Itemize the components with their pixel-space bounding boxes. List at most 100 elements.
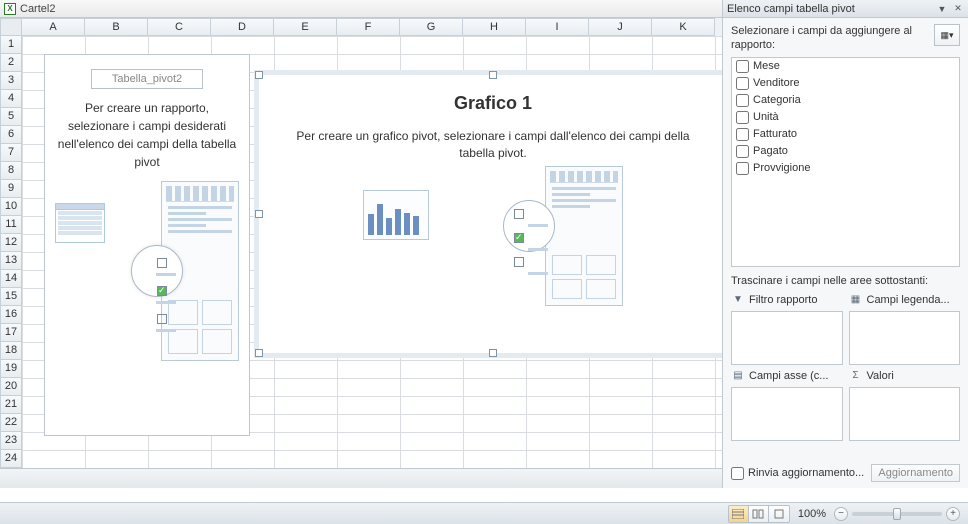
pivot-chart-placeholder[interactable]: Grafico 1 Per creare un grafico pivot, s… <box>258 74 728 354</box>
row-header[interactable]: 6 <box>0 126 22 144</box>
zone-axis[interactable] <box>731 387 843 441</box>
zone-legend[interactable] <box>849 311 961 365</box>
col-header[interactable]: I <box>526 18 589 36</box>
drop-zones: ▼Filtro rapporto ▦Campi legenda... ▤Camp… <box>723 291 968 441</box>
row-header[interactable]: 22 <box>0 414 22 432</box>
axis-icon: ▤ <box>731 369 745 383</box>
status-bar: 100% − + <box>0 502 968 524</box>
col-header[interactable]: A <box>22 18 85 36</box>
update-button[interactable]: Aggiornamento <box>871 464 960 482</box>
col-header[interactable]: H <box>463 18 526 36</box>
row-header[interactable]: 15 <box>0 288 22 306</box>
field-checkbox[interactable] <box>736 77 749 90</box>
workbook-title: Cartel2 <box>20 3 55 15</box>
row-header[interactable]: 21 <box>0 396 22 414</box>
resize-handle[interactable] <box>489 71 497 79</box>
col-header[interactable]: G <box>400 18 463 36</box>
field-checkbox[interactable] <box>736 111 749 124</box>
field-checkbox[interactable] <box>736 145 749 158</box>
chart-title: Grafico 1 <box>259 93 727 114</box>
field-label: Pagato <box>753 145 788 157</box>
select-all-corner[interactable] <box>0 18 22 36</box>
sheet-tab-row[interactable] <box>0 468 722 488</box>
panel-dropdown-icon[interactable]: ▼ <box>936 3 948 15</box>
resize-handle[interactable] <box>255 349 263 357</box>
resize-handle[interactable] <box>255 71 263 79</box>
field-item[interactable]: Pagato <box>732 143 959 160</box>
row-header[interactable]: 3 <box>0 72 22 90</box>
field-item[interactable]: Provvigione <box>732 160 959 177</box>
row-header[interactable]: 24 <box>0 450 22 468</box>
document-icon <box>545 166 623 306</box>
field-checkbox[interactable] <box>736 162 749 175</box>
legend-icon: ▦ <box>849 293 863 307</box>
zone-header-axis: ▤Campi asse (c... <box>731 367 843 385</box>
field-item[interactable]: Mese <box>732 58 959 75</box>
zoom-out-button[interactable]: − <box>834 507 848 521</box>
workbook-titlebar: X Cartel2 <box>0 0 722 18</box>
row-header[interactable]: 12 <box>0 234 22 252</box>
cell-grid[interactable]: Tabella_pivot2 Per creare un rapporto, s… <box>22 36 722 488</box>
field-item[interactable]: Venditore <box>732 75 959 92</box>
col-header[interactable]: E <box>274 18 337 36</box>
panel-title: Elenco campi tabella pivot <box>727 3 855 15</box>
col-header[interactable]: B <box>85 18 148 36</box>
field-list[interactable]: Mese Venditore Categoria UnitàFatturato Paga… <box>731 57 960 267</box>
excel-icon: X <box>4 3 16 15</box>
view-normal-button[interactable] <box>729 506 749 522</box>
row-header[interactable]: 20 <box>0 378 22 396</box>
layout-options-button[interactable]: ▦▾ <box>934 24 960 46</box>
zoom-slider: − + <box>834 507 960 521</box>
zone-filter[interactable] <box>731 311 843 365</box>
row-header[interactable]: 4 <box>0 90 22 108</box>
row-header[interactable]: 17 <box>0 324 22 342</box>
field-item[interactable]: Unità <box>732 109 959 126</box>
zoom-track[interactable] <box>852 512 942 516</box>
row-header[interactable]: 9 <box>0 180 22 198</box>
col-header[interactable]: F <box>337 18 400 36</box>
pivot-table-name: Tabella_pivot2 <box>91 69 203 89</box>
defer-update-checkbox[interactable]: Rinvia aggiornamento... <box>731 467 871 480</box>
field-checkbox[interactable] <box>736 60 749 73</box>
pivot-instruction: Per creare un rapporto, selezionare i ca… <box>53 99 241 171</box>
close-icon[interactable]: ✕ <box>952 3 964 15</box>
col-header[interactable]: J <box>589 18 652 36</box>
column-headers: A B C D E F G H I J K <box>0 18 722 36</box>
magnify-icon: ✓ <box>503 200 555 252</box>
pivot-table-placeholder[interactable]: Tabella_pivot2 Per creare un rapporto, s… <box>44 54 250 436</box>
row-header[interactable]: 8 <box>0 162 22 180</box>
row-header[interactable]: 2 <box>0 54 22 72</box>
resize-handle[interactable] <box>489 349 497 357</box>
row-header[interactable]: 18 <box>0 342 22 360</box>
defer-update-input[interactable] <box>731 467 744 480</box>
field-item[interactable]: Fatturato <box>732 126 959 143</box>
zoom-level[interactable]: 100% <box>798 508 826 520</box>
row-header[interactable]: 19 <box>0 360 22 378</box>
row-header[interactable]: 10 <box>0 198 22 216</box>
row-header[interactable]: 5 <box>0 108 22 126</box>
row-header[interactable]: 11 <box>0 216 22 234</box>
pivot-field-list-panel: Elenco campi tabella pivot ▼ ✕ Seleziona… <box>722 0 968 488</box>
view-page-layout-button[interactable] <box>749 506 769 522</box>
row-header[interactable]: 23 <box>0 432 22 450</box>
field-checkbox[interactable] <box>736 94 749 107</box>
zone-values[interactable] <box>849 387 961 441</box>
sigma-icon: Σ <box>849 369 863 383</box>
row-header[interactable]: 16 <box>0 306 22 324</box>
resize-handle[interactable] <box>255 210 263 218</box>
col-header[interactable]: C <box>148 18 211 36</box>
zoom-thumb[interactable] <box>893 508 901 520</box>
field-checkbox[interactable] <box>736 128 749 141</box>
row-header[interactable]: 7 <box>0 144 22 162</box>
zoom-in-button[interactable]: + <box>946 507 960 521</box>
row-header[interactable]: 13 <box>0 252 22 270</box>
view-page-break-button[interactable] <box>769 506 789 522</box>
zone-header-filter: ▼Filtro rapporto <box>731 291 843 309</box>
field-label: Mese <box>753 60 780 72</box>
field-item[interactable]: Categoria <box>732 92 959 109</box>
row-header[interactable]: 1 <box>0 36 22 54</box>
row-header[interactable]: 14 <box>0 270 22 288</box>
col-header[interactable]: D <box>211 18 274 36</box>
field-label: Categoria <box>753 94 801 106</box>
col-header[interactable]: K <box>652 18 715 36</box>
